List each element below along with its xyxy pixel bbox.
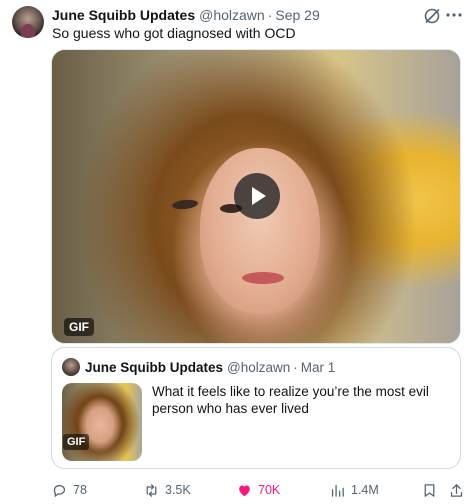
like-count: 70K: [258, 483, 281, 497]
heart-icon: [239, 485, 250, 496]
more-icon[interactable]: [444, 6, 464, 24]
quote-text: What it feels like to realize you’re the…: [152, 384, 429, 416]
bookmark-icon: [424, 483, 435, 497]
share-button[interactable]: [448, 480, 470, 500]
quote-avatar: [62, 358, 80, 376]
share-icon: [450, 483, 463, 497]
tweet-text: So guess who got diagnosed with OCD: [52, 25, 296, 41]
quote-gif-badge: GIF: [63, 434, 90, 450]
author-name[interactable]: June Squibb Updates: [52, 7, 195, 23]
quote-author-handle: @holzawn: [227, 359, 291, 375]
reply-button[interactable]: 78: [51, 480, 87, 500]
quote-date: Mar 1: [300, 359, 336, 375]
quoted-tweet[interactable]: June Squibb Updates @holzawn · Mar 1 GIF…: [51, 347, 461, 469]
gif-lips: [242, 272, 284, 284]
separator-dot: ·: [267, 7, 273, 23]
views-icon: [331, 484, 344, 497]
post-date[interactable]: Sep 29: [275, 7, 319, 23]
gif-media[interactable]: GIF: [51, 49, 461, 344]
quote-header: June Squibb Updates @holzawn · Mar 1: [85, 358, 335, 376]
bookmark-button[interactable]: [421, 480, 443, 500]
gif-badge: GIF: [64, 318, 94, 336]
views-button[interactable]: 1.4M: [329, 480, 379, 500]
retweet-icon: [146, 483, 157, 497]
retweet-button[interactable]: 3.5K: [143, 480, 191, 500]
tweet-header: June Squibb Updates @holzawn · Sep 29: [52, 6, 320, 24]
grok-icon[interactable]: [423, 7, 441, 25]
play-icon[interactable]: [234, 173, 280, 219]
tweet[interactable]: June Squibb Updates @holzawn · Sep 29 So…: [0, 0, 474, 504]
reply-count: 78: [73, 483, 87, 497]
action-bar: 78 3.5K 70K 1.4M: [51, 480, 471, 500]
reply-icon: [53, 484, 66, 497]
author-handle[interactable]: @holzawn: [199, 7, 265, 23]
like-button[interactable]: 70K: [236, 480, 280, 500]
retweet-count: 3.5K: [165, 483, 191, 497]
avatar[interactable]: [12, 6, 44, 38]
quote-author-name: June Squibb Updates: [85, 359, 224, 375]
view-count: 1.4M: [351, 483, 379, 497]
quote-separator-dot: ·: [293, 359, 298, 375]
